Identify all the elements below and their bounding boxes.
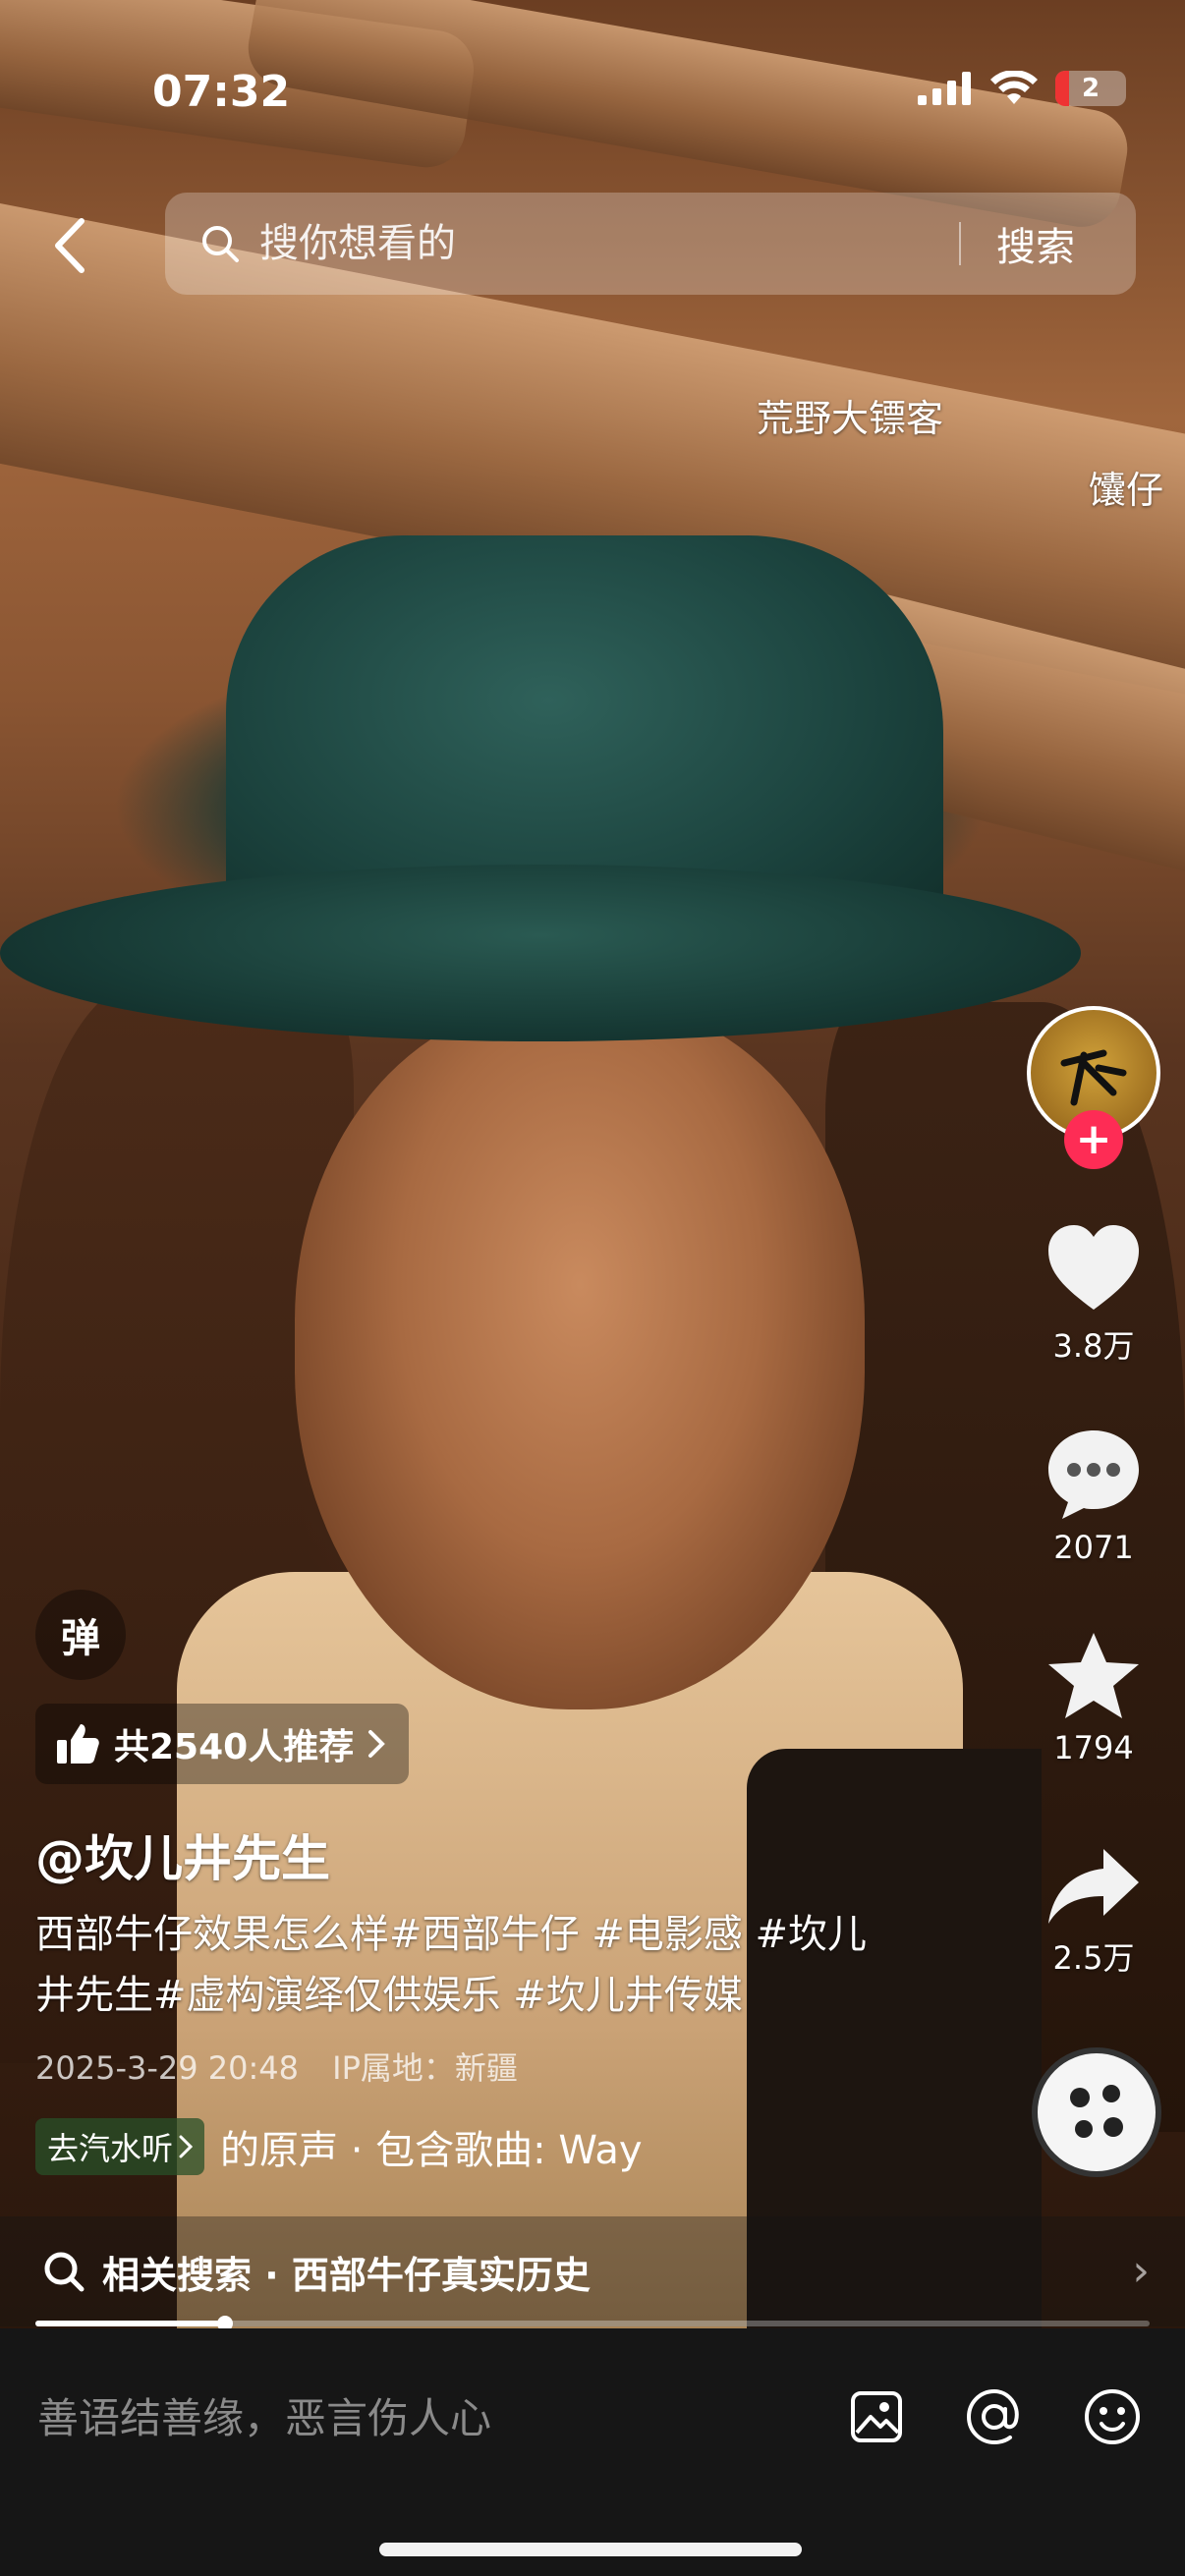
recommend-text: 共2540人推荐 xyxy=(114,1727,355,1767)
soda-music-button[interactable]: 去汽水听 xyxy=(35,2118,205,2175)
comment-input[interactable] xyxy=(35,2378,806,2458)
chevron-right-icon xyxy=(179,2135,194,2158)
search-icon xyxy=(44,2252,85,2292)
comment-count: 2071 xyxy=(1053,1529,1134,1566)
hat-brim xyxy=(0,865,1081,1041)
related-search-label: 相关搜索 · 西部牛仔真实历史 xyxy=(102,2253,591,2297)
emoji-button[interactable] xyxy=(1081,2385,1144,2448)
share-count: 2.5万 xyxy=(1052,1939,1135,1977)
post-date: 2025-3-29 20:48 xyxy=(35,2049,299,2087)
signal-icon xyxy=(918,72,971,105)
video-meta: 2025-3-29 20:48 IP属地：新疆 xyxy=(35,2044,518,2089)
home-indicator[interactable] xyxy=(379,2543,802,2556)
creator-avatar[interactable]: + xyxy=(1027,1006,1160,1169)
creator-avatar-group: + xyxy=(1020,1006,1167,1169)
creator-username[interactable]: @坎儿井先生 xyxy=(35,1820,330,1890)
heart-icon xyxy=(1048,1225,1139,1310)
like-action[interactable]: 3.8万 xyxy=(1020,1223,1167,1367)
back-button[interactable] xyxy=(39,206,98,285)
mention-button[interactable] xyxy=(963,2385,1026,2448)
battery-icon: 2 xyxy=(1055,71,1126,106)
music-disc-art-icon xyxy=(1070,2085,1123,2138)
status-icons: 2 xyxy=(918,71,1126,106)
ip-location: IP属地：新疆 xyxy=(332,2049,518,2087)
related-search-bar[interactable]: 相关搜索 · 西部牛仔真实历史 › xyxy=(0,2216,1185,2326)
comment-action[interactable]: 2071 xyxy=(1020,1427,1167,1566)
music-title: 的原声 · 包含歌曲: Way xyxy=(220,2128,643,2173)
search-bar[interactable]: 搜索 xyxy=(165,193,1136,295)
smiley-icon xyxy=(1085,2389,1140,2444)
favorite-action[interactable]: 1794 xyxy=(1020,1631,1167,1766)
thumbs-up-icon xyxy=(57,1724,99,1764)
soda-music-label: 去汽水听 xyxy=(47,2130,174,2167)
comment-bar xyxy=(0,2328,1185,2576)
recommend-pill[interactable]: 共2540人推荐 xyxy=(35,1704,410,1784)
video-description[interactable]: 西部牛仔效果怎么样#西部牛仔 #电影感 #坎儿井先生#虚构演绎仅供娱乐 #坎儿井… xyxy=(35,1904,900,2026)
search-divider xyxy=(959,222,961,265)
search-icon xyxy=(202,226,239,262)
share-arrow-icon xyxy=(1048,1849,1139,1924)
search-button[interactable]: 搜索 xyxy=(996,215,1075,272)
star-icon xyxy=(1048,1633,1139,1718)
danmaku-comment: 荒野大镖客 xyxy=(757,397,944,440)
avatar-logo-icon xyxy=(1060,1049,1127,1106)
wifi-icon xyxy=(990,71,1038,104)
follow-button[interactable]: + xyxy=(1064,1110,1123,1169)
share-action[interactable]: 2.5万 xyxy=(1020,1847,1167,1979)
danmaku-toggle-button[interactable]: 弹 xyxy=(35,1590,126,1680)
status-time: 07:32 xyxy=(152,67,291,117)
image-icon xyxy=(851,2391,902,2442)
favorite-count: 1794 xyxy=(1053,1729,1134,1766)
at-sign-icon xyxy=(966,2388,1019,2445)
search-input[interactable] xyxy=(257,220,949,267)
danmaku-comment: 馕仔 xyxy=(1089,469,1164,512)
comment-bubble-icon xyxy=(1048,1430,1139,1519)
video-progress-fill xyxy=(35,2321,225,2326)
video-progress-bar[interactable] xyxy=(35,2316,1150,2331)
music-disc[interactable] xyxy=(1032,2047,1161,2177)
battery-level: 2 xyxy=(1081,74,1100,103)
face xyxy=(295,1002,865,1709)
chevron-right-icon: › xyxy=(1132,2246,1150,2296)
music-row[interactable]: 去汽水听 的原声 · 包含歌曲: Way xyxy=(35,2118,643,2175)
like-count: 3.8万 xyxy=(1052,1327,1135,1365)
chevron-left-icon xyxy=(55,218,85,273)
image-picker-button[interactable] xyxy=(845,2385,908,2448)
chevron-right-icon xyxy=(368,1730,386,1758)
